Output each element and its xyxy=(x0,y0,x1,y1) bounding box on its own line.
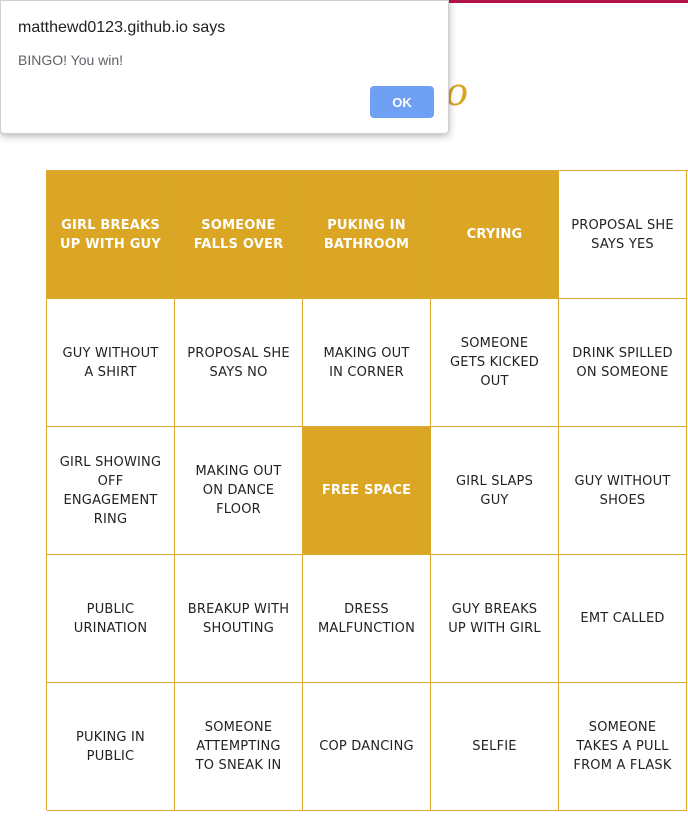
bingo-cell[interactable]: GUY WITHOUT A SHIRT xyxy=(47,299,175,427)
bingo-cell[interactable]: GIRL SHOWING OFF ENGAGEMENT RING xyxy=(47,427,175,555)
bingo-cell[interactable]: CRYING xyxy=(431,171,559,299)
bingo-cell[interactable]: SOMEONE TAKES A PULL FROM A FLASK xyxy=(559,683,687,811)
alert-dialog: matthewd0123.github.io says BINGO! You w… xyxy=(0,0,449,134)
bingo-cell[interactable]: GIRL BREAKS UP WITH GUY xyxy=(47,171,175,299)
bingo-cell[interactable]: PUKING IN BATHROOM xyxy=(303,171,431,299)
bingo-cell[interactable]: SOMEONE GETS KICKED OUT xyxy=(431,299,559,427)
bingo-cell[interactable]: DRINK SPILLED ON SOMEONE xyxy=(559,299,687,427)
bingo-cell[interactable]: PUKING IN PUBLIC xyxy=(47,683,175,811)
dialog-title: matthewd0123.github.io says xyxy=(18,19,226,36)
bingo-cell[interactable]: PUBLIC URINATION xyxy=(47,555,175,683)
bingo-cell[interactable]: PROPOSAL SHE SAYS NO xyxy=(175,299,303,427)
bingo-cell[interactable]: COP DANCING xyxy=(303,683,431,811)
bingo-cell[interactable]: SOMEONE ATTEMPTING TO SNEAK IN xyxy=(175,683,303,811)
bingo-cell[interactable]: BREAKUP WITH SHOUTING xyxy=(175,555,303,683)
bingo-cell[interactable]: SELFIE xyxy=(431,683,559,811)
bingo-cell[interactable]: MAKING OUT IN CORNER xyxy=(303,299,431,427)
bingo-cell[interactable]: GUY WITHOUT SHOES xyxy=(559,427,687,555)
bingo-cell[interactable]: MAKING OUT ON DANCE FLOOR xyxy=(175,427,303,555)
bingo-cell[interactable]: SOMEONE FALLS OVER xyxy=(175,171,303,299)
dialog-message: BINGO! You win! xyxy=(18,52,124,68)
bingo-cell[interactable]: GUY BREAKS UP WITH GIRL xyxy=(431,555,559,683)
bingo-board: GIRL BREAKS UP WITH GUY SOMEONE FALLS OVE… xyxy=(46,170,688,811)
bingo-cell-free-space[interactable]: FREE SPACE xyxy=(303,427,431,555)
bingo-cell[interactable]: DRESS MALFUNCTION xyxy=(303,555,431,683)
bingo-cell[interactable]: PROPOSAL SHE SAYS YES xyxy=(559,171,687,299)
bingo-cell[interactable]: EMT CALLED xyxy=(559,555,687,683)
ok-button[interactable]: OK xyxy=(370,86,434,118)
bingo-cell[interactable]: GIRL SLAPS GUY xyxy=(431,427,559,555)
